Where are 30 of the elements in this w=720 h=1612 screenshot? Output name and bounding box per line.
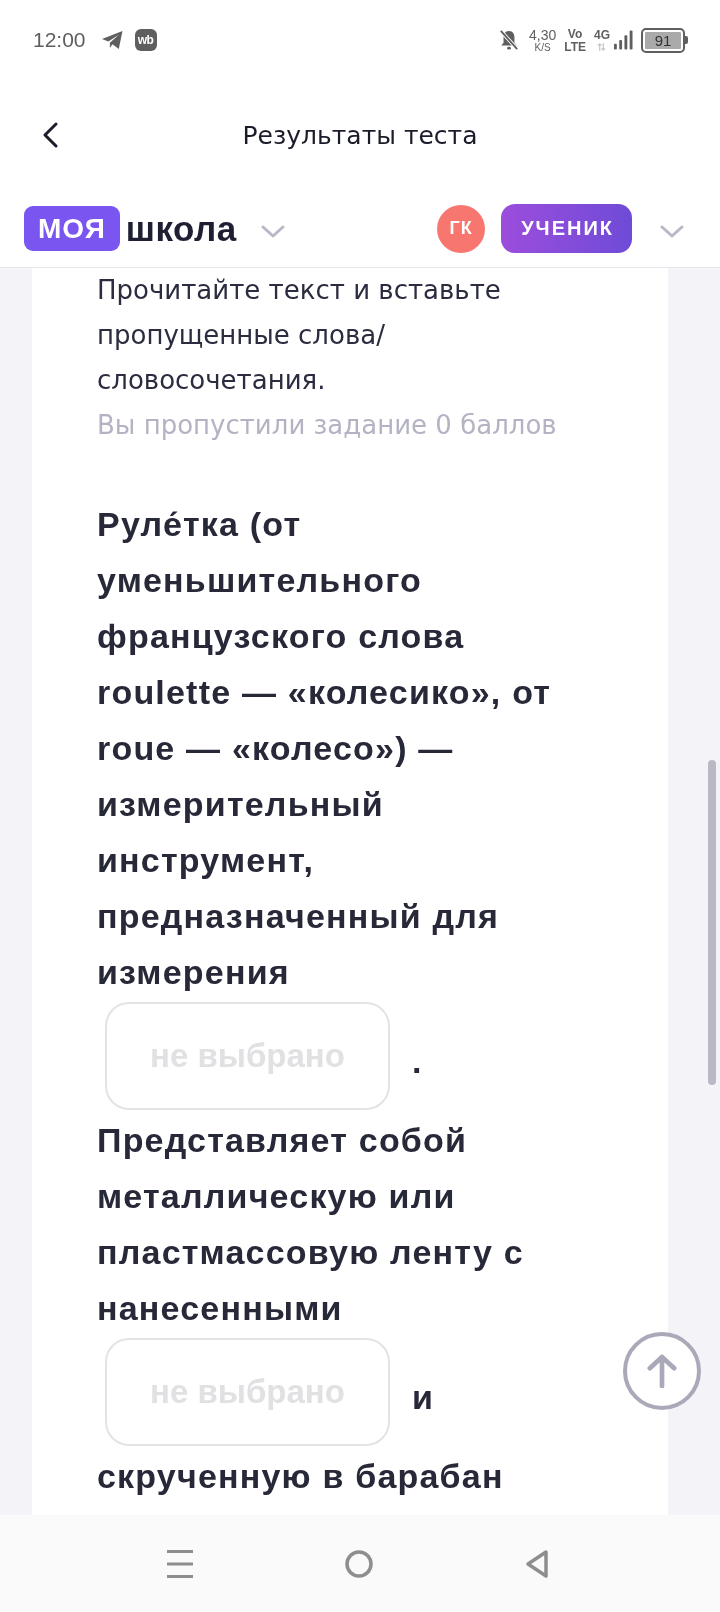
logo-badge: МОЯ xyxy=(24,206,120,251)
volte-label: Vo xyxy=(567,27,583,40)
passage-text: Руле́тка (от уменьшительного французского слова roulette — «колесико», от roue — «колесо») — измерительный инструмент, предназначенный для измерения xyxy=(97,504,553,993)
battery-indicator: 91 xyxy=(641,27,688,53)
passage-text: Представляет собой металлическую или пластмассовую ленту с нанесенными xyxy=(97,1120,525,1329)
task-instruction: Прочитайте текст и вставьте пропущенные слова/словосочетания. xyxy=(97,274,502,397)
paper-plane-icon xyxy=(101,31,123,49)
logo-text: школа xyxy=(125,208,237,249)
app-logo: wb xyxy=(134,29,157,51)
chevron-down-icon[interactable] xyxy=(660,225,684,238)
passage-text: и xyxy=(412,1377,433,1417)
muted-bell-icon xyxy=(498,29,519,51)
passage-text: скрученную в барабан xyxy=(97,1456,505,1497)
role-button[interactable]: УЧЕНИК xyxy=(501,204,632,253)
menu-icon[interactable] xyxy=(167,1549,193,1578)
network-type-label: 4G xyxy=(594,29,610,41)
signal-icon xyxy=(614,30,633,50)
speed-unit: K/S xyxy=(534,42,551,53)
up-arrow-icon xyxy=(647,1354,677,1388)
data-arrows-icon xyxy=(597,43,607,51)
status-time: 12:00 xyxy=(33,28,86,52)
task-status: Вы пропустили задание 0 баллов xyxy=(97,409,558,442)
lte-label: LTE xyxy=(564,40,586,53)
home-icon[interactable] xyxy=(345,1549,373,1578)
page-title: Результаты теста xyxy=(242,120,478,150)
user-avatar[interactable]: ГК xyxy=(437,204,486,253)
back-icon[interactable] xyxy=(42,122,58,148)
network-speed: 4,30 xyxy=(528,27,557,42)
passage-text: . xyxy=(412,1041,422,1081)
chevron-down-icon[interactable] xyxy=(260,225,285,238)
